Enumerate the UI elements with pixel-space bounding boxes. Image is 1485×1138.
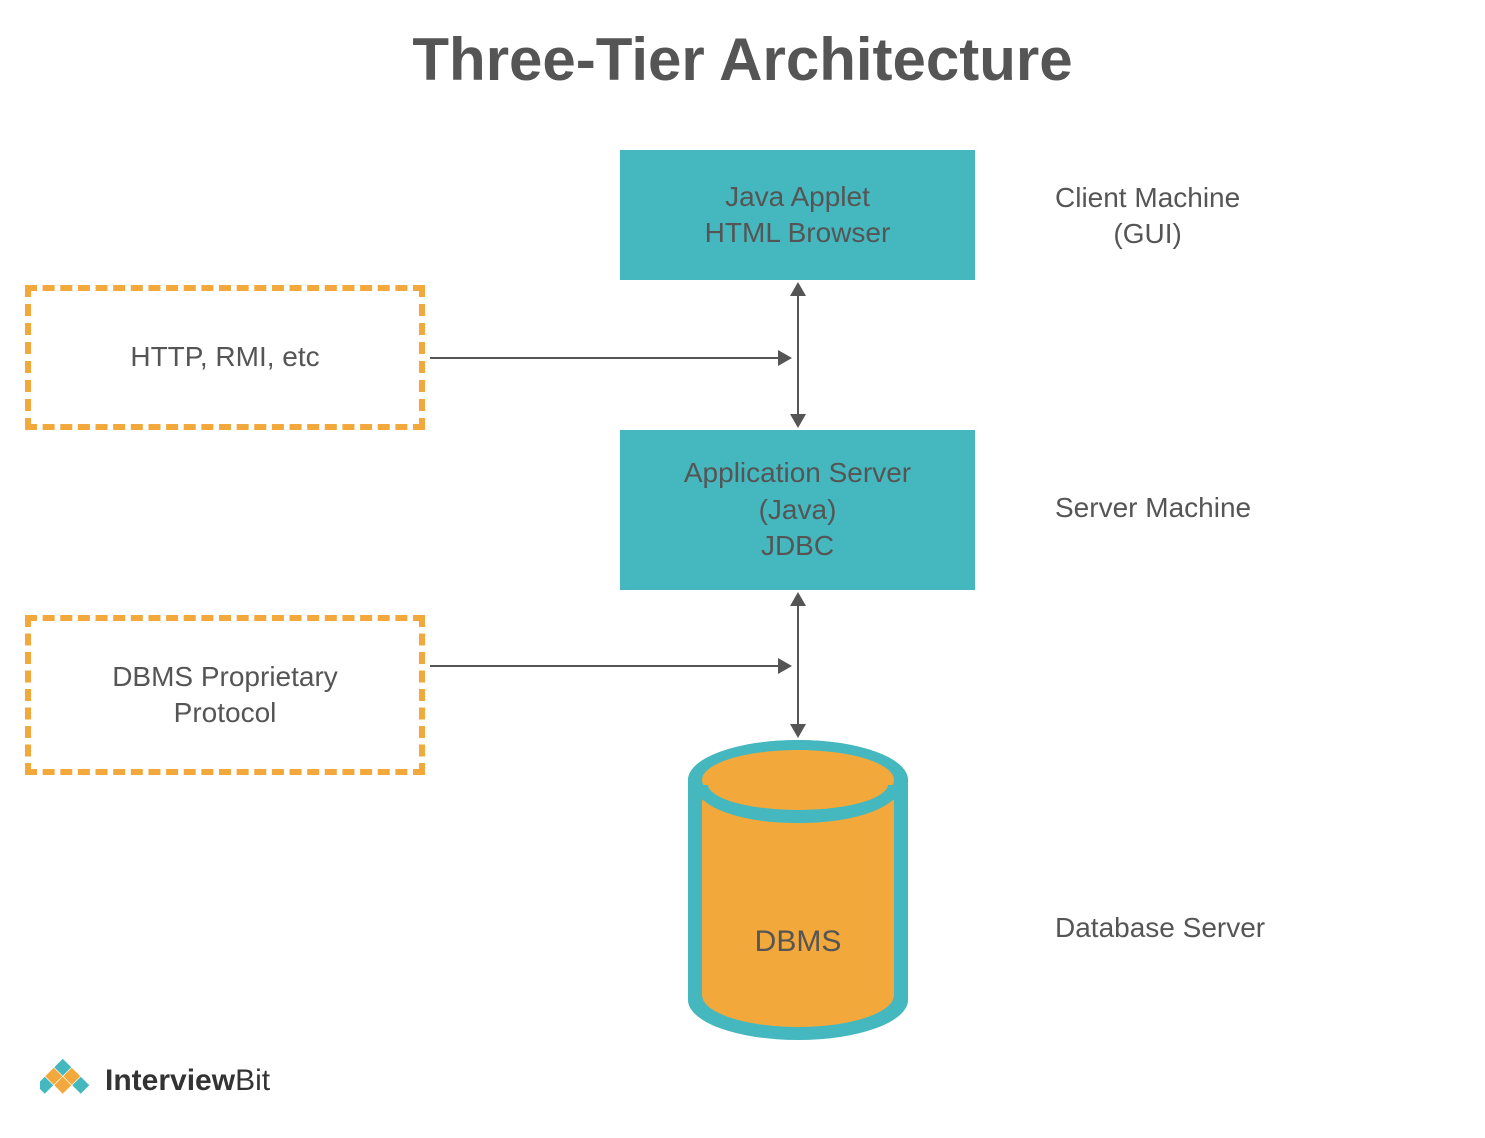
- logo-icon: [40, 1058, 95, 1103]
- server-tier-label: Server Machine: [1055, 490, 1251, 526]
- client-box-line2: HTML Browser: [705, 215, 891, 251]
- protocol-dbms-line2: Protocol: [174, 695, 277, 731]
- protocol-dbms-line1: DBMS Proprietary: [112, 659, 338, 695]
- logo-text: InterviewBit: [105, 1064, 270, 1098]
- database-label: DBMS: [688, 925, 908, 959]
- server-box-line2: (Java): [759, 492, 837, 528]
- client-box: Java Applet HTML Browser: [620, 150, 975, 280]
- protocol-http-text: HTTP, RMI, etc: [130, 339, 319, 375]
- server-box-line1: Application Server: [684, 455, 911, 491]
- server-box-line3: JDBC: [761, 528, 834, 564]
- interviewbit-logo: InterviewBit: [40, 1058, 270, 1103]
- client-box-line1: Java Applet: [725, 179, 870, 215]
- database-tier-label: Database Server: [1055, 910, 1265, 946]
- database-cylinder: DBMS: [688, 740, 908, 1040]
- server-box: Application Server (Java) JDBC: [620, 430, 975, 590]
- client-tier-label: Client Machine (GUI): [1055, 180, 1240, 253]
- protocol-http-box: HTTP, RMI, etc: [25, 285, 425, 430]
- protocol-dbms-box: DBMS Proprietary Protocol: [25, 615, 425, 775]
- diagram-title: Three-Tier Architecture: [0, 25, 1485, 94]
